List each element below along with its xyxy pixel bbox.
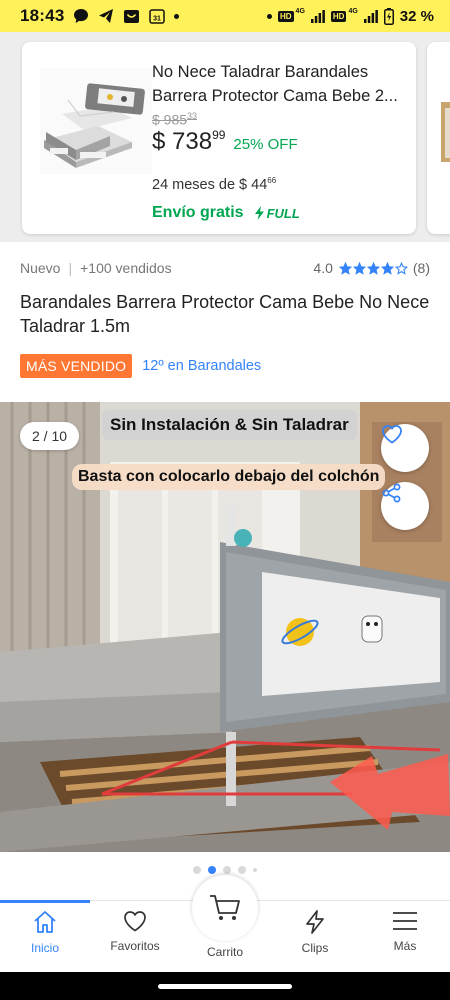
svg-text:31: 31 (154, 16, 162, 23)
card-price: $ 73899 (152, 128, 225, 156)
nav-label-carrito: Carrito (206, 945, 243, 959)
gallery-pagination (0, 866, 450, 874)
separator: | (68, 260, 73, 276)
pagination-dot[interactable] (253, 868, 257, 872)
heart-icon (124, 911, 146, 932)
status-bar: 18:43 31 HD 4G HD 4G 32 % (0, 0, 450, 32)
card-old-price: $ 98533 (152, 111, 197, 128)
nav-item-carrito[interactable] (192, 875, 258, 941)
home-icon (34, 911, 56, 933)
product-gallery[interactable]: 2 / 10 Sin Instalación & Sin Taladrar Ba… (0, 402, 450, 852)
home-gesture-pill[interactable] (158, 984, 292, 989)
nav-label-mas: Más (393, 939, 417, 953)
nav-label-clips: Clips (301, 941, 329, 955)
badge-row: MÁS VENDIDO 12º en Barandales (20, 354, 261, 378)
card-price-row: $ 73899 25% OFF (152, 128, 298, 156)
network-type-2: 4G (348, 7, 358, 15)
product-title: Barandales Barrera Protector Cama Bebe N… (20, 292, 430, 336)
signal-icon (310, 9, 325, 23)
lightning-icon (254, 206, 264, 220)
product-thumbnail (40, 68, 152, 174)
best-seller-badge: MÁS VENDIDO (20, 354, 133, 378)
recommendations-carousel: No Nece Taladrar Barandales Barrera Prot… (0, 32, 450, 242)
network-tag-2: HD (330, 10, 347, 22)
full-badge: FULL (254, 206, 300, 221)
condition-label: Nuevo (20, 260, 61, 276)
nav-label-favoritos: Favoritos (110, 939, 160, 953)
calendar-icon: 31 (149, 8, 166, 24)
discount-label: 25% OFF (233, 136, 298, 153)
full-label: FULL (266, 205, 300, 221)
nav-item-mas[interactable]: Más (360, 909, 450, 953)
notification-dot-icon (174, 13, 180, 19)
pagination-dot[interactable] (223, 866, 231, 874)
status-time: 18:43 (20, 6, 65, 25)
chat-bubble-icon (73, 8, 89, 24)
rating-value: 4.0 (313, 260, 333, 276)
cart-icon (210, 895, 240, 920)
card-title: No Nece Taladrar Barandales Barrera Prot… (152, 63, 398, 105)
installments-value: 24 meses de $ 44 (152, 176, 268, 193)
pagination-dot[interactable] (238, 866, 246, 874)
star-filled-icon (352, 261, 366, 275)
image-caption-top: Sin Instalación & Sin Taladrar (102, 410, 357, 440)
next-recommended-card[interactable] (427, 42, 450, 234)
price-cents: 99 (212, 128, 226, 142)
old-price-value: $ 985 (152, 111, 188, 128)
store-icon (123, 8, 140, 24)
pagination-dot[interactable] (193, 866, 201, 874)
signal-icon (363, 9, 378, 23)
menu-icon (393, 912, 417, 930)
installments-cents: 66 (267, 176, 277, 185)
star-filled-icon (338, 261, 352, 275)
star-filled-icon (366, 261, 380, 275)
send-icon (98, 8, 114, 24)
rating[interactable]: 4.0 (8) (313, 260, 430, 276)
price-value: $ 738 (152, 128, 213, 155)
active-tab-indicator (0, 900, 90, 903)
image-counter: 2 / 10 (20, 422, 80, 450)
system-navigation-bar (0, 972, 450, 1000)
network-type: 4G (295, 7, 305, 15)
share-button[interactable] (381, 482, 429, 530)
review-count: (8) (412, 260, 430, 276)
old-price-cents: 33 (187, 111, 198, 121)
nav-label-inicio: Inicio (30, 941, 59, 955)
nav-item-favoritos[interactable]: Favoritos (90, 909, 180, 953)
image-caption-bottom: Basta con colocarlo debajo del colchón (72, 464, 386, 490)
notification-dot-icon (266, 13, 272, 19)
shipping-row: Envío gratis FULL (152, 204, 300, 222)
battery-icon (383, 7, 394, 25)
clips-icon (306, 910, 324, 934)
product-meta: Nuevo | +100 vendidos 4.0 (8) (20, 260, 430, 276)
installments: 24 meses de $ 4466 (152, 176, 276, 193)
pagination-dot-active[interactable] (208, 866, 216, 874)
nav-item-inicio[interactable]: Inicio (0, 909, 90, 955)
heart-icon (382, 425, 402, 444)
star-filled-icon (380, 261, 394, 275)
battery-level: 32 % (399, 7, 434, 25)
bottom-navigation: Inicio Favoritos Carrito Clips Más (0, 875, 450, 972)
favorite-button[interactable] (381, 424, 429, 472)
recommended-product-card[interactable]: No Nece Taladrar Barandales Barrera Prot… (22, 42, 416, 234)
category-rank-link[interactable]: 12º en Barandales (142, 358, 261, 374)
star-empty-icon (394, 261, 408, 275)
sold-count: +100 vendidos (80, 260, 172, 276)
rating-stars (338, 261, 408, 275)
network-tag: HD (277, 10, 294, 22)
free-shipping-label: Envío gratis (152, 204, 244, 221)
share-icon (382, 483, 401, 503)
nav-item-clips[interactable]: Clips (270, 909, 360, 955)
